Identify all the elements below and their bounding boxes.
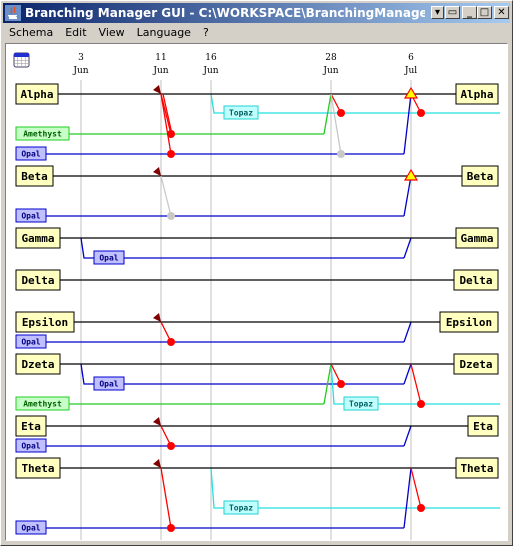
merge-point — [167, 338, 175, 346]
theta-merge-line — [160, 467, 172, 529]
merge-point — [337, 109, 345, 117]
alpha-opal-label[interactable]: Opal — [21, 149, 40, 158]
merge-point — [417, 400, 425, 408]
theta-label-left[interactable]: Theta — [21, 462, 54, 475]
alpha-topaz-label[interactable]: Topaz — [229, 108, 253, 117]
alpha-amethyst-label[interactable]: Amethyst — [23, 129, 62, 138]
dzeta-amethyst-label[interactable]: Amethyst — [23, 399, 62, 408]
alpha-label-right[interactable]: Alpha — [460, 88, 493, 101]
menu-schema[interactable]: Schema — [3, 24, 59, 42]
title-bar[interactable]: Branching Manager GUI - C:\WORKSPACE\Bra… — [3, 3, 510, 23]
gamma-opal-label[interactable]: Opal — [99, 253, 118, 262]
theta-topaz-label[interactable]: Topaz — [229, 503, 253, 512]
gamma-label-right[interactable]: Gamma — [460, 232, 493, 245]
beta-label-right[interactable]: Beta — [467, 170, 494, 183]
beta-opal-merge — [403, 175, 412, 217]
dzeta-merge-line — [410, 363, 422, 405]
theta-topaz-branch-start — [210, 467, 224, 509]
delta-label-left[interactable]: Delta — [21, 274, 54, 287]
delta-label-right[interactable]: Delta — [459, 274, 492, 287]
date-month-label: Jun — [202, 66, 218, 76]
branch-canvas[interactable]: 3 Jun 11 Jun 16 Jun 28 Jun 6 Jul Topaz Amethyst Opal… — [5, 43, 508, 541]
merge-point — [337, 380, 345, 388]
beta-opal-label[interactable]: Opal — [21, 211, 40, 220]
date-month-label: Jun — [322, 66, 338, 76]
maximize-button[interactable]: □ — [477, 6, 492, 19]
date-day-label: 16 — [205, 53, 217, 63]
merge-point — [167, 150, 175, 158]
menu-language[interactable]: Language — [131, 24, 197, 42]
date-month-label: Jul — [404, 66, 417, 76]
date-day-label: 6 — [408, 53, 414, 63]
menu-edit[interactable]: Edit — [59, 24, 92, 42]
menu-view[interactable]: View — [93, 24, 131, 42]
gamma-opal-merge — [403, 237, 412, 259]
dzeta-opal-branch-start — [80, 363, 94, 385]
dzeta-opal-label[interactable]: Opal — [99, 379, 118, 388]
merge-point — [167, 524, 175, 532]
beta-label-left[interactable]: Beta — [21, 170, 48, 183]
ghost-merge-point — [337, 150, 345, 158]
calendar-icon-header — [14, 53, 29, 57]
java-app-icon — [5, 5, 21, 21]
close-button[interactable]: ✕ — [494, 6, 509, 19]
alpha-amethyst-merge — [323, 93, 332, 135]
merge-point — [167, 442, 175, 450]
minimize-button[interactable]: _ — [462, 6, 477, 19]
restore-pane-button[interactable]: ▭ — [445, 6, 460, 19]
beta-release-triangle-icon — [403, 168, 419, 181]
window-menu-button[interactable]: ▾ — [431, 6, 444, 19]
ghost-merge-point — [167, 212, 175, 220]
main-window: Branching Manager GUI - C:\WORKSPACE\Bra… — [0, 0, 513, 546]
window-title: Branching Manager GUI - C:\WORKSPACE\Bra… — [25, 6, 425, 20]
branching-diagram: 3 Jun 11 Jun 16 Jun 28 Jun 6 Jul Topaz Amethyst Opal… — [13, 52, 500, 540]
theta-label-right[interactable]: Theta — [460, 462, 493, 475]
beta-tag-arrow-icon — [153, 167, 161, 176]
gamma-opal-branch-start — [80, 237, 94, 259]
dzeta-opal-merge — [403, 363, 412, 385]
epsilon-label-left[interactable]: Epsilon — [22, 316, 68, 329]
merge-point — [417, 109, 425, 117]
dzeta-label-right[interactable]: Dzeta — [459, 358, 492, 371]
theta-opal-label[interactable]: Opal — [21, 523, 40, 532]
alpha-tag-arrow-icon — [153, 85, 161, 94]
dzeta-label-left[interactable]: Dzeta — [21, 358, 54, 371]
date-month-label: Jun — [72, 66, 88, 76]
eta-label-right[interactable]: Eta — [473, 420, 493, 433]
eta-label-left[interactable]: Eta — [21, 420, 41, 433]
epsilon-tag-arrow-icon — [153, 313, 161, 322]
epsilon-opal-merge — [403, 321, 412, 343]
eta-opal-merge — [403, 425, 412, 447]
beta-ghost-merge-line — [160, 175, 172, 217]
date-day-label: 28 — [325, 53, 337, 63]
eta-tag-arrow-icon — [153, 417, 161, 426]
theta-opal-merge — [403, 467, 412, 529]
date-month-label: Jun — [152, 66, 168, 76]
alpha-opal-merge — [403, 93, 412, 155]
alpha-topaz-branch-start — [210, 93, 224, 114]
theta-tag-arrow-icon — [153, 459, 161, 468]
menu-help[interactable]: ? — [197, 24, 215, 42]
epsilon-opal-label[interactable]: Opal — [21, 337, 40, 346]
dzeta-topaz-label[interactable]: Topaz — [349, 399, 373, 408]
menu-bar: Schema Edit View Language? — [3, 24, 510, 42]
eta-opal-label[interactable]: Opal — [21, 441, 40, 450]
alpha-release-triangle-icon — [403, 86, 419, 99]
theta-merge-line — [410, 467, 422, 509]
merge-point — [417, 504, 425, 512]
merge-point — [167, 130, 175, 138]
gamma-label-left[interactable]: Gamma — [21, 232, 54, 245]
epsilon-label-right[interactable]: Epsilon — [446, 316, 492, 329]
alpha-label-left[interactable]: Alpha — [20, 88, 53, 101]
date-day-label: 3 — [78, 53, 84, 63]
date-day-label: 11 — [155, 53, 166, 63]
